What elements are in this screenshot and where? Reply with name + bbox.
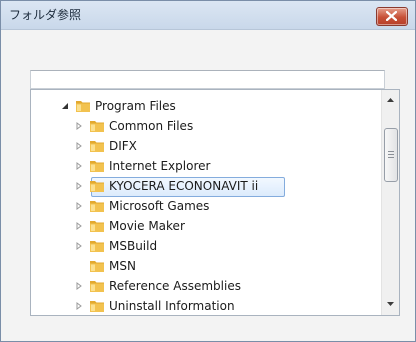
tree-item[interactable]: DIFX bbox=[31, 136, 382, 156]
collapsed-arrow-icon[interactable] bbox=[75, 122, 83, 130]
tree-item[interactable]: Reference Assemblies bbox=[31, 276, 382, 296]
folder-icon bbox=[90, 281, 104, 292]
scroll-grip-icon bbox=[388, 151, 394, 158]
tree-item[interactable]: KYOCERA ECONONAVIT ii bbox=[31, 176, 382, 197]
folder-icon bbox=[90, 241, 104, 252]
folder-icon bbox=[90, 121, 104, 132]
vertical-scrollbar[interactable] bbox=[381, 90, 399, 315]
tree-item[interactable]: MSBuild bbox=[31, 236, 382, 256]
scroll-up-icon bbox=[387, 98, 394, 102]
collapsed-arrow-icon[interactable] bbox=[75, 282, 83, 290]
tree-item[interactable]: Movie Maker bbox=[31, 216, 382, 236]
tree-item-label: Internet Explorer bbox=[109, 159, 211, 173]
scroll-down-icon bbox=[387, 302, 394, 306]
collapsed-arrow-icon[interactable] bbox=[75, 302, 83, 310]
dialog-title: フォルダ参照 bbox=[9, 8, 82, 22]
tree-item[interactable]: Uninstall Information bbox=[31, 296, 382, 315]
tree-item[interactable]: Microsoft Games bbox=[31, 196, 382, 216]
collapsed-arrow-icon[interactable] bbox=[75, 142, 83, 150]
folder-icon bbox=[90, 181, 104, 192]
tree-item[interactable]: MSN bbox=[31, 256, 382, 276]
tree-item[interactable]: Internet Explorer bbox=[31, 156, 382, 176]
tree-item-label: Movie Maker bbox=[109, 219, 185, 233]
tree-item[interactable]: Common Files bbox=[31, 116, 382, 136]
tree-item-label: DIFX bbox=[109, 139, 137, 153]
folder-icon bbox=[76, 101, 90, 112]
tree-item-label: Uninstall Information bbox=[109, 299, 235, 313]
tree-item-label: Common Files bbox=[109, 119, 194, 133]
tree-item-label: MSN bbox=[109, 259, 136, 273]
scroll-thumb[interactable] bbox=[384, 128, 398, 182]
folder-tree-list: Program Files Common Files DIFX Internet Ex… bbox=[31, 90, 382, 315]
folder-icon bbox=[90, 221, 104, 232]
tree-item-label: Program Files bbox=[95, 99, 176, 113]
collapsed-arrow-icon[interactable] bbox=[75, 222, 83, 230]
collapsed-arrow-icon[interactable] bbox=[75, 202, 83, 210]
scroll-up-button[interactable] bbox=[382, 92, 399, 109]
path-input[interactable] bbox=[30, 70, 385, 89]
close-button[interactable] bbox=[376, 7, 408, 26]
folder-icon bbox=[90, 161, 104, 172]
scroll-down-button[interactable] bbox=[382, 296, 399, 313]
folder-icon bbox=[90, 201, 104, 212]
folder-icon bbox=[90, 301, 104, 312]
title-bar[interactable]: フォルダ参照 bbox=[1, 1, 415, 30]
folder-icon bbox=[90, 141, 104, 152]
tree-item-label: Microsoft Games bbox=[109, 199, 210, 213]
tree-item[interactable]: Program Files bbox=[31, 96, 382, 116]
tree-item-label: Reference Assemblies bbox=[109, 279, 241, 293]
close-icon bbox=[386, 11, 397, 21]
tree-item-label: KYOCERA ECONONAVIT ii bbox=[109, 179, 259, 193]
folder-browse-dialog: フォルダ参照 Program Files Common Files DIFX Inte… bbox=[0, 0, 416, 342]
collapsed-arrow-icon[interactable] bbox=[75, 182, 83, 190]
folder-icon bbox=[90, 261, 104, 272]
collapsed-arrow-icon[interactable] bbox=[75, 162, 83, 170]
folder-tree[interactable]: Program Files Common Files DIFX Internet Ex… bbox=[30, 89, 400, 316]
tree-item-label: MSBuild bbox=[109, 239, 158, 253]
collapsed-arrow-icon[interactable] bbox=[75, 242, 83, 250]
expanded-arrow-icon[interactable] bbox=[61, 102, 69, 110]
